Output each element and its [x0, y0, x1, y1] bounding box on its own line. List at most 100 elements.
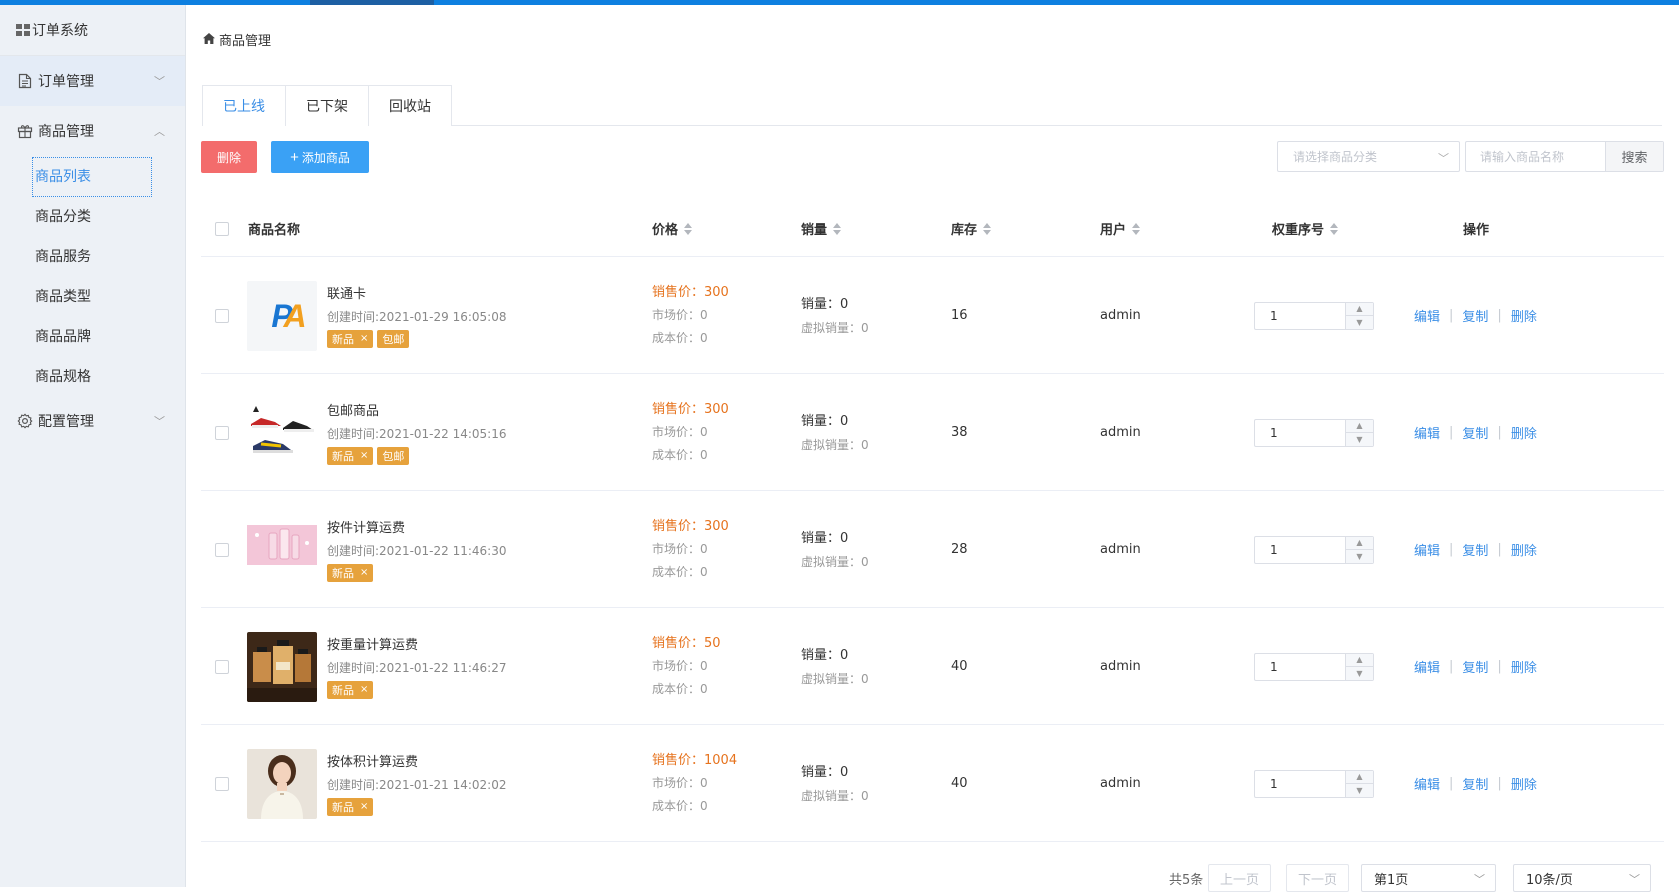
row-checkbox[interactable]	[215, 659, 229, 674]
next-page-button[interactable]: 下一页	[1286, 864, 1349, 892]
copy-link[interactable]: 复制	[1462, 540, 1488, 559]
weight-input[interactable]: 1	[1255, 654, 1345, 680]
close-icon[interactable]: ×	[360, 801, 368, 812]
weight-stepper[interactable]: 1 ▲ ▼	[1254, 418, 1374, 447]
copy-link[interactable]: 复制	[1462, 306, 1488, 325]
decrement-icon[interactable]: ▼	[1346, 550, 1373, 563]
edit-link[interactable]: 编辑	[1414, 540, 1440, 559]
weight-input[interactable]: 1	[1255, 771, 1345, 797]
increment-icon[interactable]: ▲	[1346, 653, 1373, 667]
row-checkbox[interactable]	[215, 425, 229, 440]
page-select[interactable]: 第1页 ﹀	[1361, 864, 1496, 892]
sort-icon[interactable]	[833, 222, 842, 236]
sidebar-item-product-spec[interactable]: 商品规格	[0, 356, 185, 396]
header-user[interactable]: 用户	[1100, 200, 1141, 257]
add-product-button[interactable]: + 添加商品	[271, 141, 369, 173]
sort-icon[interactable]	[1330, 222, 1339, 236]
weight-stepper[interactable]: 1 ▲ ▼	[1254, 769, 1374, 798]
delete-link[interactable]: 删除	[1511, 423, 1537, 442]
product-created-time: 创建时间:2021-01-22 11:46:30	[327, 543, 507, 558]
edit-link[interactable]: 编辑	[1414, 423, 1440, 442]
tab-recycle-bin[interactable]: 回收站	[368, 85, 452, 126]
menu-group-orders[interactable]: 订单管理 ﹀	[0, 56, 185, 106]
product-name[interactable]: 按体积计算运费	[327, 752, 507, 774]
delete-link[interactable]: 删除	[1511, 540, 1537, 559]
sidebar-item-product-type[interactable]: 商品类型	[0, 276, 185, 316]
product-name[interactable]: 联通卡	[327, 284, 507, 306]
increment-icon[interactable]: ▲	[1346, 419, 1373, 433]
product-name[interactable]: 按重量计算运费	[327, 635, 507, 657]
category-select[interactable]: 请选择商品分类 ﹀	[1277, 141, 1460, 172]
edit-link[interactable]: 编辑	[1414, 657, 1440, 676]
increment-icon[interactable]: ▲	[1346, 536, 1373, 550]
brand: 订单系统	[0, 5, 185, 56]
menu-group-products[interactable]: 商品管理 ︿	[0, 106, 185, 156]
weight-input[interactable]: 1	[1255, 537, 1345, 563]
decrement-icon[interactable]: ▼	[1346, 433, 1373, 446]
close-icon[interactable]: ×	[360, 567, 368, 578]
delete-link[interactable]: 删除	[1511, 774, 1537, 793]
prev-page-button[interactable]: 上一页	[1208, 864, 1271, 892]
sidebar-item-product-brand[interactable]: 商品品牌	[0, 316, 185, 356]
row-checkbox[interactable]	[215, 308, 229, 323]
weight-stepper[interactable]: 1 ▲ ▼	[1254, 301, 1374, 330]
copy-link[interactable]: 复制	[1462, 423, 1488, 442]
select-all-checkbox[interactable]	[215, 221, 229, 236]
sales-count: 销量：0	[801, 296, 849, 312]
home-icon[interactable]	[203, 32, 215, 47]
copy-link[interactable]: 复制	[1462, 657, 1488, 676]
close-icon[interactable]: ×	[360, 333, 368, 344]
product-name[interactable]: 按件计算运费	[327, 518, 507, 540]
decrement-icon[interactable]: ▼	[1346, 784, 1373, 797]
menu-group-config[interactable]: 配置管理 ﹀	[0, 396, 185, 446]
edit-link[interactable]: 编辑	[1414, 774, 1440, 793]
virtual-sales-count: 虚拟销量：0	[801, 788, 869, 803]
close-icon[interactable]: ×	[360, 450, 368, 461]
product-name[interactable]: 包邮商品	[327, 401, 507, 423]
increment-icon[interactable]: ▲	[1346, 302, 1373, 316]
sidebar-item-product-category[interactable]: 商品分类	[0, 196, 185, 236]
increment-icon[interactable]: ▲	[1346, 770, 1373, 784]
product-created-time: 创建时间:2021-01-22 11:46:27	[327, 660, 507, 675]
header-sales[interactable]: 销量	[801, 200, 842, 257]
delete-link[interactable]: 删除	[1511, 306, 1537, 325]
copy-link[interactable]: 复制	[1462, 774, 1488, 793]
page-size-select[interactable]: 10条/页 ﹀	[1513, 864, 1651, 892]
product-created-time: 创建时间:2021-01-22 14:05:16	[327, 426, 507, 441]
weight-stepper[interactable]: 1 ▲ ▼	[1254, 652, 1374, 681]
tab-offline[interactable]: 已下架	[285, 85, 369, 126]
weight-input[interactable]: 1	[1255, 420, 1345, 446]
sidebar-item-product-list[interactable]: 商品列表	[0, 156, 185, 197]
header-weight[interactable]: 权重序号	[1272, 200, 1339, 257]
decrement-icon[interactable]: ▼	[1346, 316, 1373, 329]
search-button[interactable]: 搜索	[1605, 142, 1663, 171]
header-actions: 操作	[1463, 200, 1489, 257]
weight-stepper[interactable]: 1 ▲ ▼	[1254, 535, 1374, 564]
product-thumbnail	[247, 514, 317, 585]
table-header: 商品名称 价格 销量 库存 用户 权重序号 操作	[201, 200, 1664, 257]
edit-link[interactable]: 编辑	[1414, 306, 1440, 325]
delete-link[interactable]: 删除	[1511, 657, 1537, 676]
cost-price: 成本价：0	[652, 799, 708, 813]
sort-icon[interactable]	[983, 222, 992, 236]
sort-icon[interactable]	[1132, 222, 1141, 236]
row-checkbox[interactable]	[215, 776, 229, 791]
delete-button[interactable]: 删除	[201, 141, 257, 173]
sidebar-item-product-service[interactable]: 商品服务	[0, 236, 185, 276]
decrement-icon[interactable]: ▼	[1346, 667, 1373, 680]
category-select-placeholder: 请选择商品分类	[1293, 150, 1378, 164]
sort-icon[interactable]	[684, 222, 693, 236]
header-stock[interactable]: 库存	[951, 200, 992, 257]
close-icon[interactable]: ×	[360, 684, 368, 695]
header-price[interactable]: 价格	[652, 200, 693, 257]
divider: |	[1497, 425, 1502, 440]
row-checkbox[interactable]	[215, 542, 229, 557]
user-value: admin	[1100, 542, 1141, 557]
weight-input[interactable]: 1	[1255, 303, 1345, 329]
search-input[interactable]: 请输入商品名称	[1466, 142, 1605, 171]
virtual-sales-count: 虚拟销量：0	[801, 671, 869, 686]
stock-value: 16	[951, 308, 968, 323]
tag-label: 包邮	[382, 332, 405, 346]
tab-online[interactable]: 已上线	[202, 85, 286, 127]
header-label: 商品名称	[248, 223, 301, 238]
